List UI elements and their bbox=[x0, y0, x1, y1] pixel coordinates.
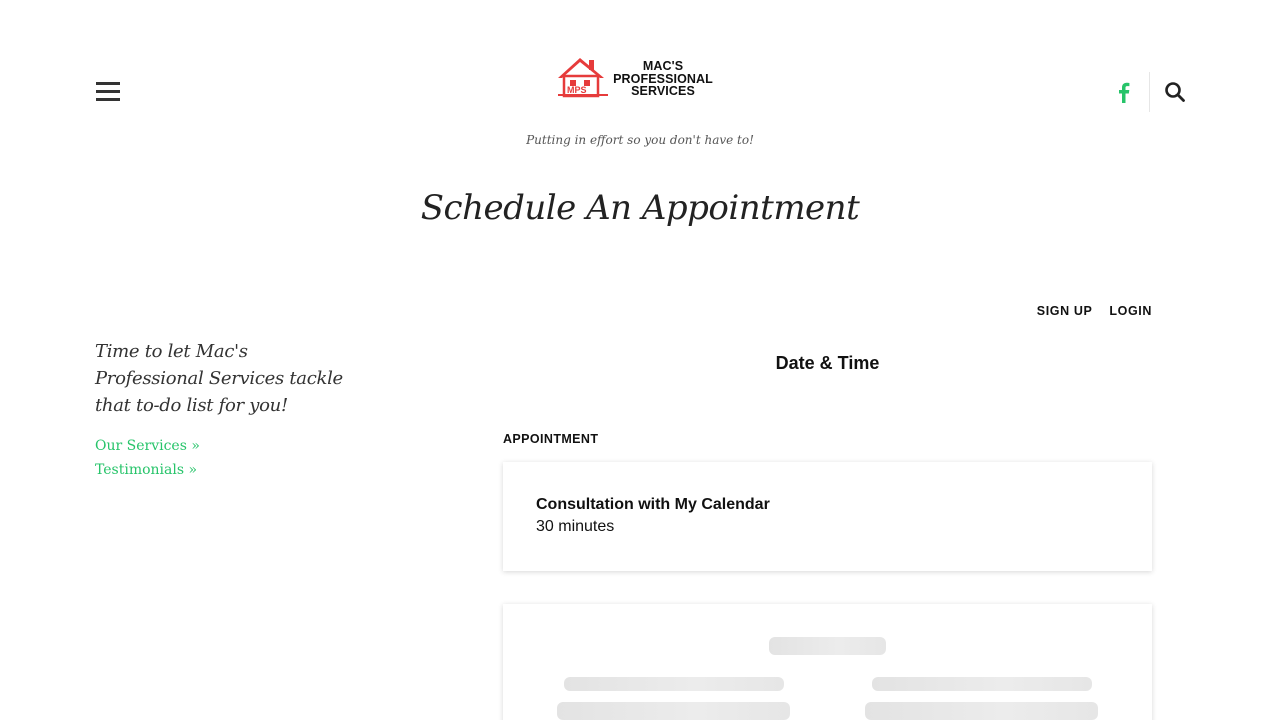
testimonials-link[interactable]: Testimonials » bbox=[95, 462, 197, 478]
sign-up-link[interactable]: SIGN UP bbox=[1037, 304, 1093, 318]
appointment-card[interactable]: Consultation with My Calendar 30 minutes bbox=[503, 462, 1152, 571]
logo-badge: MPS bbox=[567, 85, 587, 95]
skeleton-placeholder bbox=[769, 637, 886, 655]
login-link[interactable]: LOGIN bbox=[1109, 304, 1152, 318]
logo-line: SERVICES bbox=[631, 84, 695, 98]
skeleton-placeholder bbox=[564, 677, 784, 691]
calendar-loading-card bbox=[503, 604, 1152, 720]
our-services-link[interactable]: Our Services » bbox=[95, 438, 200, 454]
page: MPS MAC'S PROFESSIONAL SERVICES Putting … bbox=[0, 0, 1280, 720]
account-links: SIGN UP LOGIN bbox=[1037, 304, 1152, 318]
hamburger-menu-icon[interactable] bbox=[96, 82, 120, 102]
skeleton-placeholder bbox=[865, 702, 1098, 720]
header-divider bbox=[1149, 72, 1150, 112]
intro-text: Time to let Mac's Professional Services … bbox=[95, 341, 343, 416]
site-logo[interactable]: MPS MAC'S PROFESSIONAL SERVICES bbox=[556, 54, 716, 102]
site-tagline: Putting in effort so you don't have to! bbox=[526, 133, 754, 147]
skeleton-placeholder bbox=[872, 677, 1092, 691]
appointment-name: Consultation with My Calendar bbox=[536, 496, 770, 513]
appointment-label: APPOINTMENT bbox=[503, 432, 599, 446]
search-icon[interactable] bbox=[1164, 81, 1186, 103]
appointment-duration: 30 minutes bbox=[536, 518, 615, 535]
facebook-icon[interactable] bbox=[1113, 80, 1135, 104]
page-title: Schedule An Appointment bbox=[420, 188, 860, 228]
logo-wordmark: MAC'S PROFESSIONAL SERVICES bbox=[610, 60, 716, 98]
logo-line: MAC'S bbox=[642, 59, 684, 73]
date-time-heading: Date & Time bbox=[775, 353, 880, 373]
skeleton-placeholder bbox=[557, 702, 790, 720]
